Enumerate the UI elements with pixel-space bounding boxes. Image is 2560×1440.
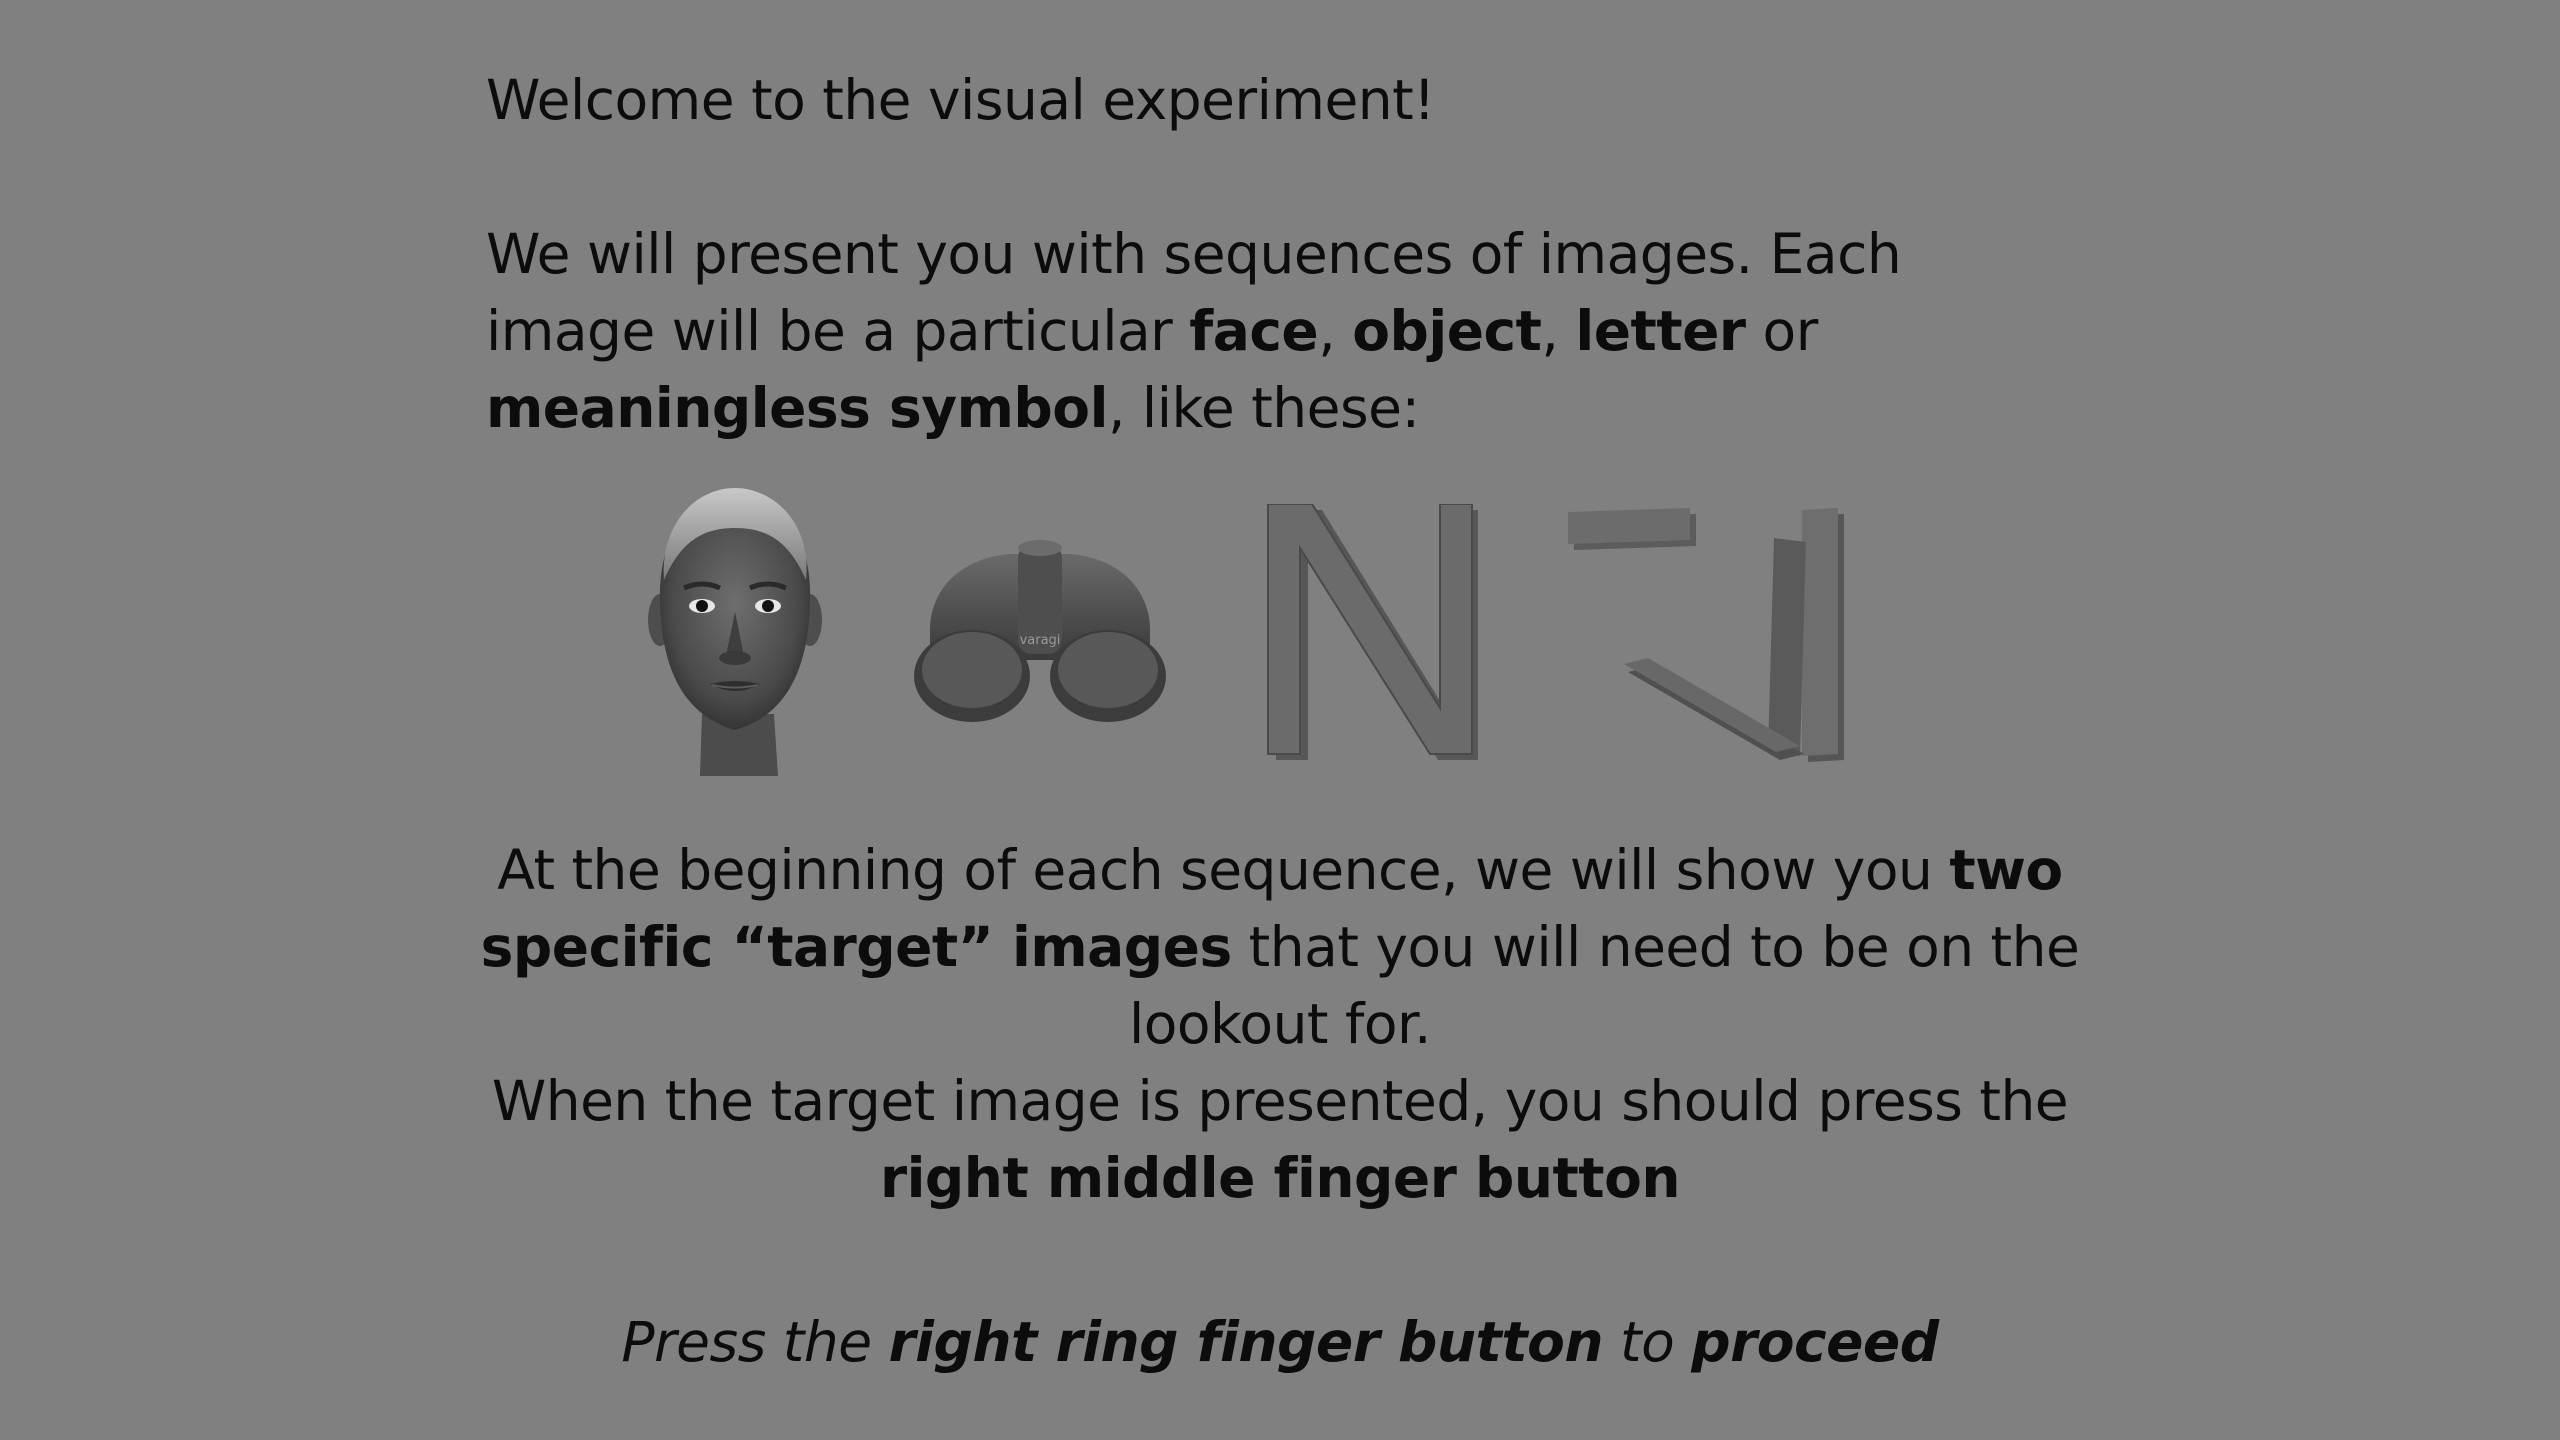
face-stimulus-icon xyxy=(640,484,830,780)
intro-paragraph: We will present you with sequences of im… xyxy=(486,216,2086,447)
proceed-text-a: Press the xyxy=(621,1310,889,1374)
letter-n-glyph: N xyxy=(1262,504,1263,505)
proceed-emphasis: proceed xyxy=(1691,1310,1939,1374)
intro-sep3: or xyxy=(1745,299,1819,363)
target-instr-text-c: When the target image is presented, you … xyxy=(491,1069,2069,1133)
category-face: face xyxy=(1189,299,1319,363)
intro-text-part2: , like these: xyxy=(1107,376,1420,440)
proceed-instruction: Press the right ring finger button to pr… xyxy=(480,1304,2080,1381)
binoculars-stimulus-icon: varagi xyxy=(910,540,1170,730)
welcome-text: Welcome to the visual experiment! xyxy=(486,68,1435,132)
middle-finger-button-emphasis: right middle finger button xyxy=(879,1146,1681,1210)
proceed-text-b: to xyxy=(1603,1310,1692,1374)
target-instructions: At the beginning of each sequence, we wi… xyxy=(480,832,2080,1217)
symbol-stimulus-icon xyxy=(1568,508,1848,764)
binoculars-brand-label: varagi xyxy=(1020,633,1061,648)
target-instr-text-a: At the beginning of each sequence, we wi… xyxy=(497,838,1950,902)
target-instr-text-b: that you will need to be on the lookout … xyxy=(1128,915,2080,1056)
category-symbol: meaningless symbol xyxy=(486,376,1108,440)
letter-n-stimulus-icon: N xyxy=(1262,503,1484,766)
intro-sep1: , xyxy=(1318,299,1353,363)
category-letter: letter xyxy=(1575,299,1746,363)
welcome-heading: Welcome to the visual experiment! xyxy=(486,62,2186,139)
category-object: object xyxy=(1352,299,1542,363)
ring-finger-button-emphasis: right ring finger button xyxy=(888,1310,1604,1374)
intro-sep2: , xyxy=(1541,299,1576,363)
